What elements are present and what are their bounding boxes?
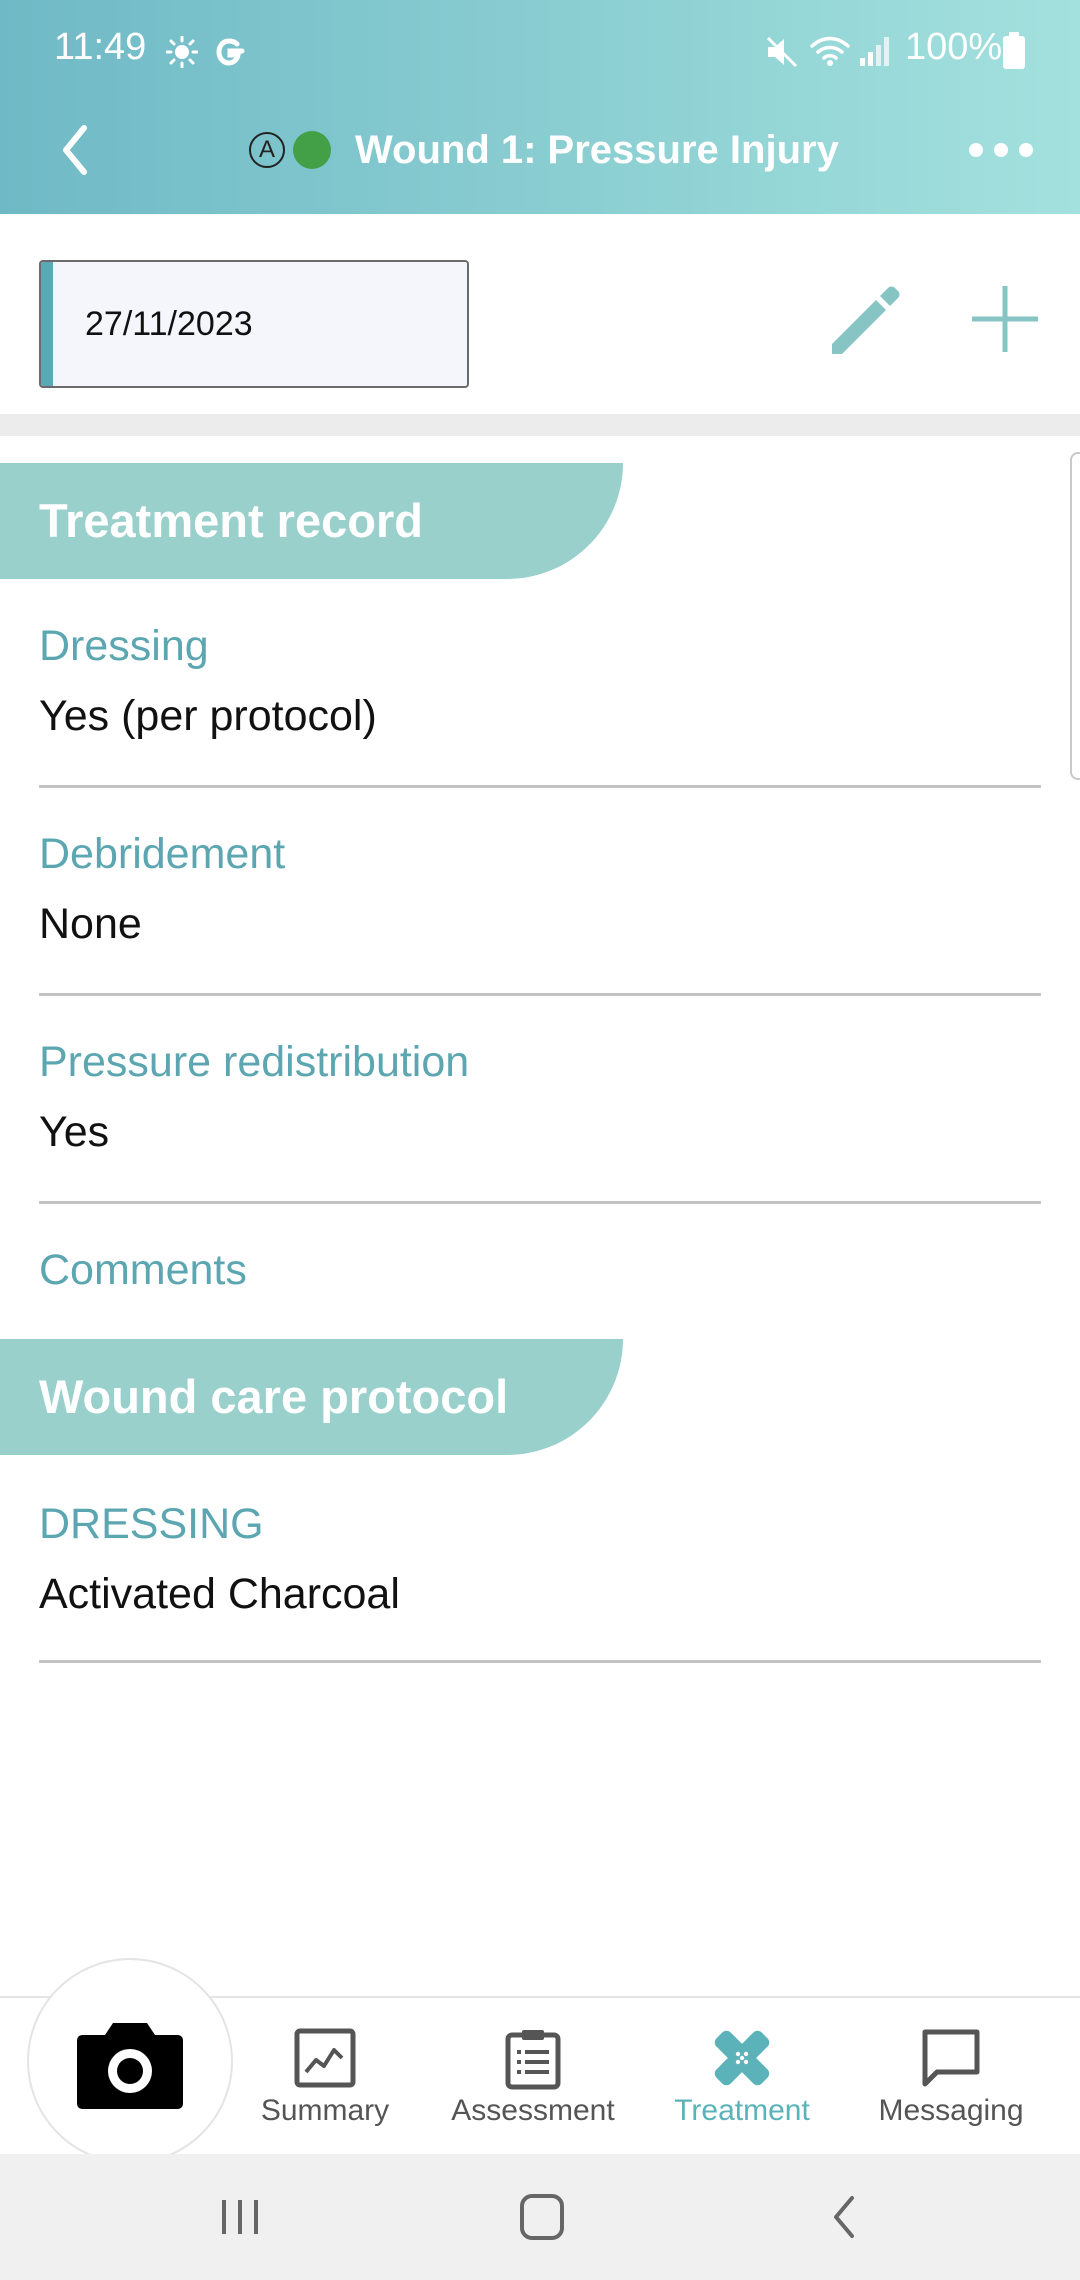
- app-bar: A Wound 1: Pressure Injury: [0, 100, 1080, 214]
- tab-label: Summary: [260, 2094, 390, 2127]
- google-icon: [212, 34, 248, 75]
- field-label: Comments: [39, 1246, 247, 1294]
- tab-label: Treatment: [674, 2094, 810, 2127]
- home-icon: [520, 2194, 564, 2240]
- chevron-left-icon: [63, 125, 87, 175]
- tab-messaging[interactable]: Messaging: [866, 1998, 1036, 2156]
- app-header: 11:49 100% A Wound 1: Pressure Injury: [0, 0, 1080, 214]
- field-underline: [39, 1660, 1041, 1663]
- plus-icon: [972, 286, 1038, 352]
- tab-label: Messaging: [878, 2094, 1024, 2127]
- field-label: Debridement: [39, 830, 286, 878]
- field-underline: [39, 785, 1041, 788]
- more-options-button[interactable]: [966, 130, 1036, 170]
- status-dot: [293, 131, 331, 169]
- patient-badge: A: [249, 132, 285, 168]
- page-title: Wound 1: Pressure Injury: [355, 128, 839, 172]
- field-value: Activated Charcoal: [39, 1570, 400, 1618]
- recent-apps-icon: [222, 2200, 258, 2234]
- field-label: DRESSING: [39, 1500, 264, 1548]
- scroll-handle[interactable]: [1070, 452, 1080, 780]
- tab-assessment[interactable]: Assessment: [448, 1998, 618, 2156]
- pencil-icon: [832, 286, 900, 354]
- field-protocol-dressing[interactable]: DRESSING Activated Charcoal: [39, 1500, 1041, 1668]
- field-comments[interactable]: Comments: [39, 1246, 1041, 1326]
- camera-button[interactable]: [27, 1958, 233, 2164]
- date-selector[interactable]: 27/11/2023: [39, 260, 469, 388]
- system-navigation-bar: [0, 2154, 1080, 2280]
- recent-apps-button[interactable]: [210, 2192, 270, 2242]
- add-button[interactable]: [960, 274, 1050, 364]
- field-value: Yes (per protocol): [39, 692, 377, 740]
- field-dressing[interactable]: Dressing Yes (per protocol): [39, 622, 1041, 790]
- bandage-icon: [712, 2028, 772, 2093]
- chat-icon: [921, 2028, 981, 2093]
- field-debridement[interactable]: Debridement None: [39, 830, 1041, 998]
- back-button[interactable]: [40, 118, 110, 182]
- date-field-accent: [41, 262, 53, 386]
- section-divider: [0, 414, 1080, 436]
- system-back-button[interactable]: [814, 2190, 874, 2244]
- field-value: None: [39, 900, 142, 948]
- more-horizontal-icon: [969, 143, 1033, 157]
- field-underline: [39, 993, 1041, 996]
- treatment-record-header: Treatment record: [0, 463, 623, 579]
- section-title: Wound care protocol: [39, 1370, 509, 1423]
- home-button[interactable]: [510, 2190, 574, 2244]
- battery-icon: [1002, 32, 1026, 75]
- date-value: 27/11/2023: [85, 305, 253, 343]
- chart-icon: [294, 2028, 356, 2093]
- battery-percent: 100%: [905, 26, 1003, 68]
- wifi-icon: [808, 32, 852, 73]
- field-value: Yes: [39, 1108, 110, 1156]
- camera-icon: [77, 2023, 183, 2109]
- edit-button[interactable]: [820, 274, 910, 364]
- clipboard-icon: [505, 2028, 561, 2095]
- signal-icon: [858, 34, 892, 73]
- field-label: Dressing: [39, 622, 209, 670]
- field-label: Pressure redistribution: [39, 1038, 470, 1086]
- wound-care-protocol-header: Wound care protocol: [0, 1339, 623, 1455]
- status-time: 11:49: [54, 26, 147, 68]
- tab-label: Assessment: [451, 2094, 615, 2127]
- section-title: Treatment record: [39, 494, 423, 547]
- tab-treatment[interactable]: Treatment: [657, 1998, 827, 2156]
- mute-icon: [764, 34, 800, 75]
- status-bar: 11:49 100%: [0, 0, 1080, 100]
- date-toolbar: 27/11/2023: [0, 214, 1080, 414]
- system-back-icon: [834, 2196, 854, 2238]
- field-pressure-redistribution[interactable]: Pressure redistribution Yes: [39, 1038, 1041, 1206]
- field-underline: [39, 1201, 1041, 1204]
- brightness-icon: [165, 35, 199, 73]
- tab-summary[interactable]: Summary: [240, 1998, 410, 2156]
